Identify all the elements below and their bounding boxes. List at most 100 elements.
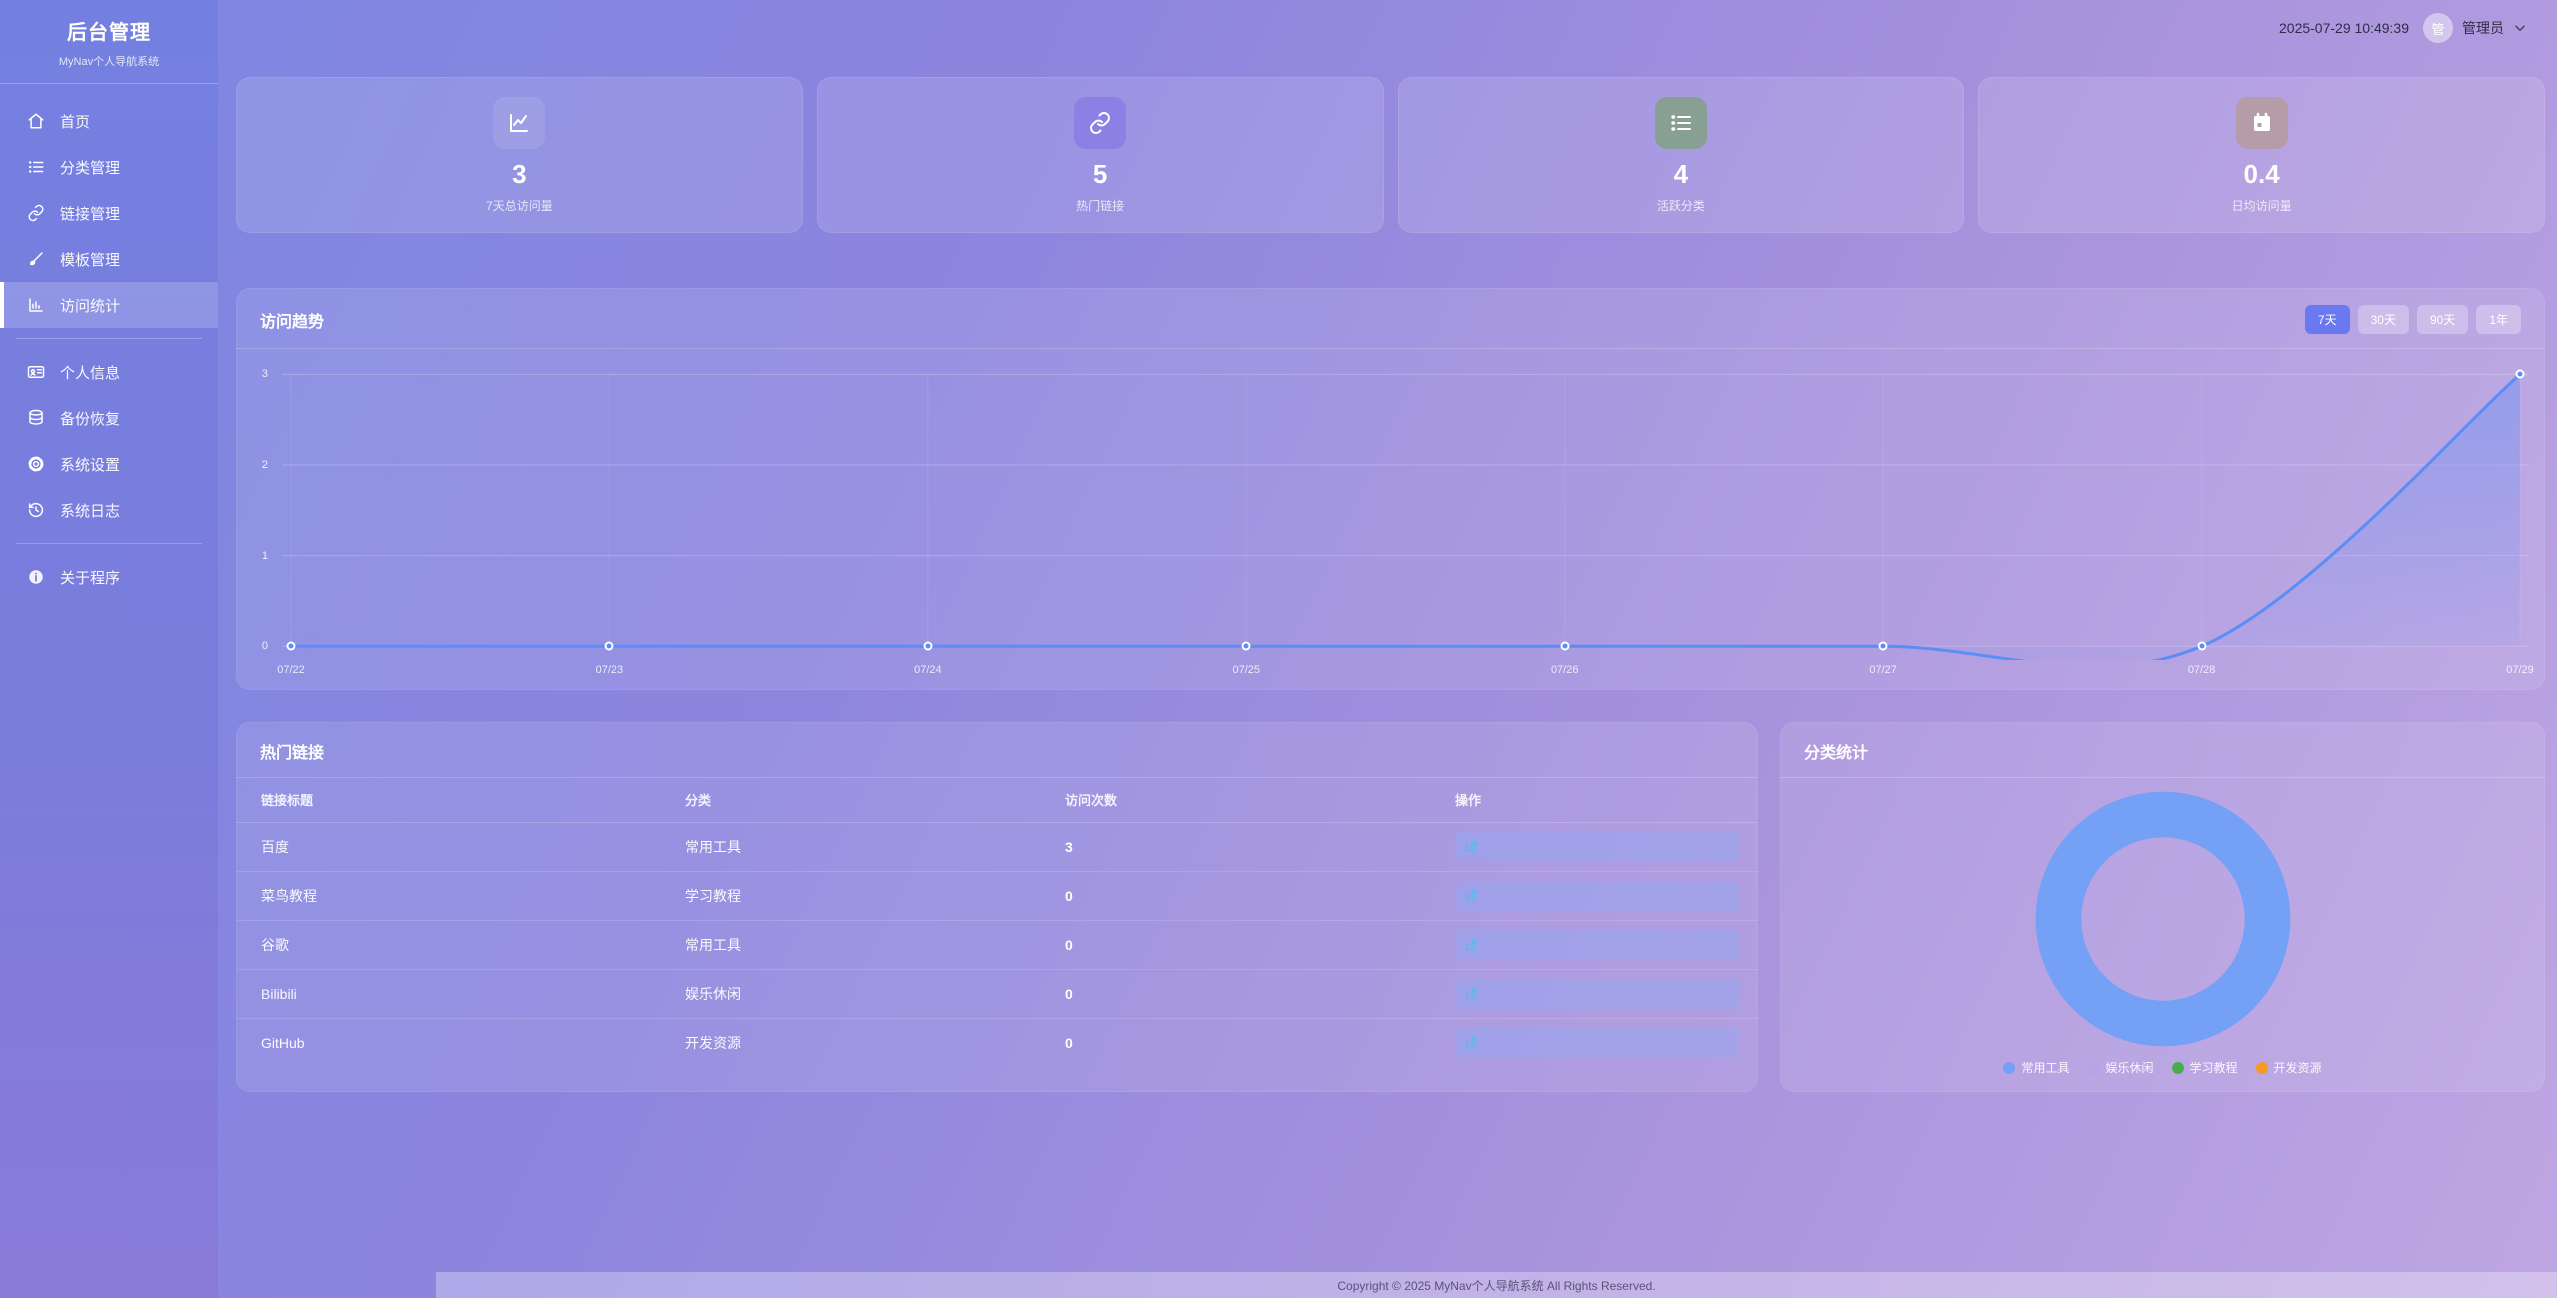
- sidebar-item-label: 系统设置: [60, 454, 120, 475]
- legend-item-tools[interactable]: 常用工具: [2003, 1059, 2069, 1076]
- stat-label: 7天总访问量: [486, 197, 553, 214]
- link-visits: 0: [1040, 871, 1430, 920]
- sidebar-item-label: 访问统计: [60, 295, 120, 316]
- sidebar-item-visit-stats[interactable]: 访问统计: [0, 282, 218, 328]
- database-icon: [26, 408, 46, 428]
- visit-trend-panel: 访问趋势 7天 30天 90天 1年 0123 07/2207/2307/240…: [236, 288, 2545, 690]
- legend-label: 娱乐休闲: [2105, 1059, 2153, 1076]
- sidebar-item-settings[interactable]: 系统设置: [0, 441, 218, 487]
- donut-svg: [2030, 786, 2296, 1052]
- range-button-7d[interactable]: 7天: [2305, 305, 2350, 334]
- app-title: 后台管理: [10, 16, 208, 45]
- sidebar-header: 后台管理 MyNav个人导航系统: [0, 0, 218, 84]
- sidebar-item-templates[interactable]: 模板管理: [0, 236, 218, 282]
- external-link-icon: [1464, 888, 1479, 903]
- open-link-button[interactable]: [1455, 930, 1740, 960]
- data-point: [605, 642, 614, 651]
- legend-item-dev[interactable]: 开发资源: [2256, 1059, 2322, 1076]
- trend-line-svg: [282, 363, 2529, 660]
- line-plot: [282, 363, 2529, 660]
- category-stats-title: 分类统计: [1804, 739, 1868, 763]
- list-icon: [26, 157, 46, 177]
- sidebar-item-links[interactable]: 链接管理: [0, 190, 218, 236]
- external-link-icon: [1464, 1035, 1479, 1050]
- link-category: 开发资源: [660, 1018, 1040, 1067]
- link-visits: 3: [1040, 822, 1430, 871]
- link-visits: 0: [1040, 920, 1430, 969]
- sidebar-item-label: 分类管理: [60, 157, 120, 178]
- sidebar-item-backup[interactable]: 备份恢复: [0, 395, 218, 441]
- x-tick-label: 07/23: [596, 664, 624, 676]
- open-link-button[interactable]: [1455, 979, 1740, 1009]
- sidebar-item-profile[interactable]: 个人信息: [0, 349, 218, 395]
- x-axis: 07/2207/2307/2407/2507/2607/2707/2807/29: [282, 664, 2529, 680]
- sidebar-item-logs[interactable]: 系统日志: [0, 487, 218, 533]
- stat-card-daily-average: 0.4 日均访问量: [1978, 77, 2545, 233]
- range-button-1y[interactable]: 1年: [2476, 305, 2521, 334]
- stat-value: 5: [1093, 161, 1107, 187]
- sidebar-item-label: 链接管理: [60, 203, 120, 224]
- donut-legend: 常用工具 娱乐休闲 学习教程 开发资源: [1780, 1059, 2545, 1092]
- stat-card-active-categories: 4 活跃分类: [1398, 77, 1965, 233]
- sidebar-item-about[interactable]: 关于程序: [0, 554, 218, 600]
- legend-dot: [2172, 1062, 2184, 1074]
- range-button-90d[interactable]: 90天: [2417, 305, 2468, 334]
- hot-links-table: 链接标题 分类 访问次数 操作 百度 常用工具 3: [236, 778, 1758, 1067]
- stat-value: 0.4: [2244, 161, 2280, 187]
- stat-cards: 3 7天总访问量 5 热门链接 4 活跃分类 0.4 日均访问量: [236, 77, 2545, 233]
- user-menu[interactable]: 管 管理员: [2423, 13, 2527, 43]
- link-title: GitHub: [236, 1018, 660, 1067]
- main-area: 2025-07-29 10:49:39 管 管理员 3 7天总访问量 5 热门链…: [218, 0, 2557, 1298]
- id-card-icon: [26, 362, 46, 382]
- sidebar-item-label: 关于程序: [60, 567, 120, 588]
- current-datetime: 2025-07-29 10:49:39: [2279, 20, 2409, 36]
- open-link-button[interactable]: [1455, 881, 1740, 911]
- y-tick-label: 2: [262, 459, 268, 471]
- stat-value: 4: [1674, 161, 1688, 187]
- link-category: 常用工具: [660, 920, 1040, 969]
- open-link-button[interactable]: [1455, 832, 1740, 862]
- legend-label: 常用工具: [2021, 1059, 2069, 1076]
- brush-icon: [26, 249, 46, 269]
- history-icon: [26, 500, 46, 520]
- category-stats-header: 分类统计: [1780, 722, 2545, 778]
- donut-chart: [1780, 778, 2545, 1059]
- range-button-30d[interactable]: 30天: [2358, 305, 2409, 334]
- stat-label: 活跃分类: [1657, 197, 1705, 214]
- link-title: 百度: [236, 822, 660, 871]
- column-header-title: 链接标题: [236, 778, 660, 822]
- menu-divider: [16, 338, 202, 339]
- legend-item-entertainment[interactable]: 娱乐休闲: [2087, 1059, 2153, 1076]
- legend-dot: [2087, 1062, 2099, 1074]
- link-icon: [26, 203, 46, 223]
- link-title: 菜鸟教程: [236, 871, 660, 920]
- data-point: [2197, 642, 2206, 651]
- x-tick-label: 07/25: [1233, 664, 1261, 676]
- x-tick-label: 07/29: [2506, 664, 2534, 676]
- y-tick-label: 1: [262, 550, 268, 562]
- x-tick-label: 07/27: [1869, 664, 1897, 676]
- sidebar: 后台管理 MyNav个人导航系统 首页 分类管理 链接管理 模板管理 访: [0, 0, 218, 1298]
- column-header-actions: 操作: [1430, 778, 1758, 822]
- stat-label: 热门链接: [1076, 197, 1124, 214]
- open-link-button[interactable]: [1455, 1028, 1740, 1058]
- trend-title: 访问趋势: [260, 308, 324, 332]
- column-header-visits: 访问次数: [1040, 778, 1430, 822]
- x-tick-label: 07/24: [914, 664, 942, 676]
- legend-label: 学习教程: [2190, 1059, 2238, 1076]
- data-point: [923, 642, 932, 651]
- sidebar-item-categories[interactable]: 分类管理: [0, 144, 218, 190]
- footer: Copyright © 2025 MyNav个人导航系统 All Rights …: [436, 1272, 2557, 1298]
- admin-dashboard: 后台管理 MyNav个人导航系统 首页 分类管理 链接管理 模板管理 访: [0, 0, 2557, 1298]
- legend-dot: [2256, 1062, 2268, 1074]
- hot-links-header: 热门链接: [236, 722, 1758, 778]
- x-tick-label: 07/26: [1551, 664, 1579, 676]
- link-category: 学习教程: [660, 871, 1040, 920]
- sidebar-item-label: 备份恢复: [60, 408, 120, 429]
- gear-icon: [26, 454, 46, 474]
- x-tick-label: 07/28: [2188, 664, 2216, 676]
- sidebar-item-home[interactable]: 首页: [0, 98, 218, 144]
- chart-line-icon: [493, 97, 545, 149]
- legend-item-learning[interactable]: 学习教程: [2172, 1059, 2238, 1076]
- app-subtitle: MyNav个人导航系统: [10, 53, 208, 69]
